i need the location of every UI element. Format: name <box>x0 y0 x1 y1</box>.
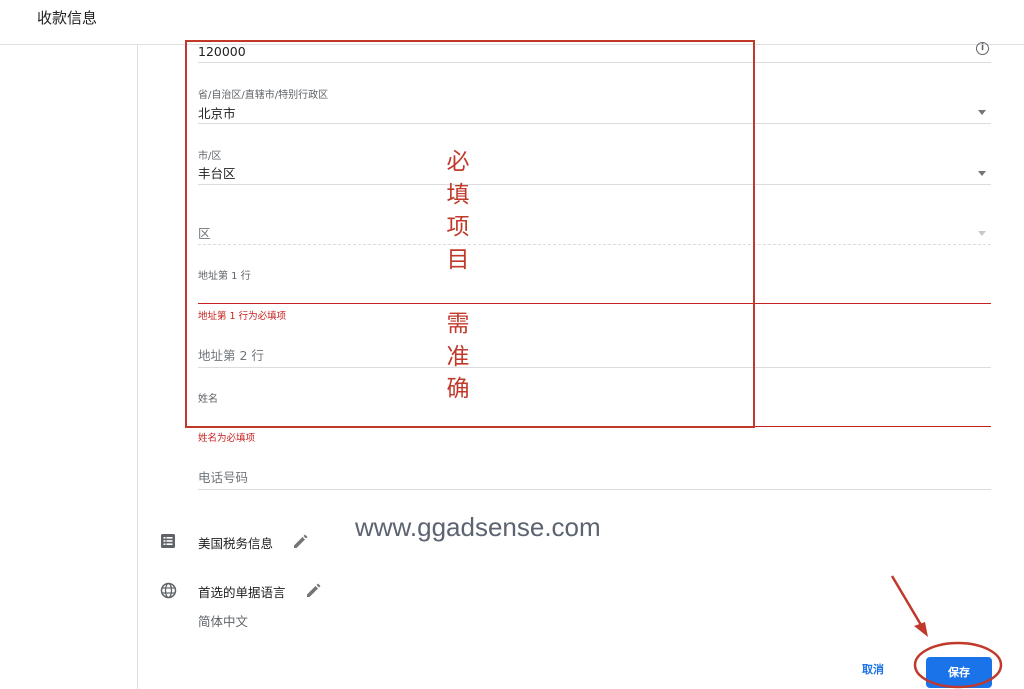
annotation-circle <box>913 641 1003 689</box>
annotation-overlay <box>890 575 1003 689</box>
annotation-arrowhead <box>914 622 928 637</box>
annotation-arrow <box>890 575 926 631</box>
